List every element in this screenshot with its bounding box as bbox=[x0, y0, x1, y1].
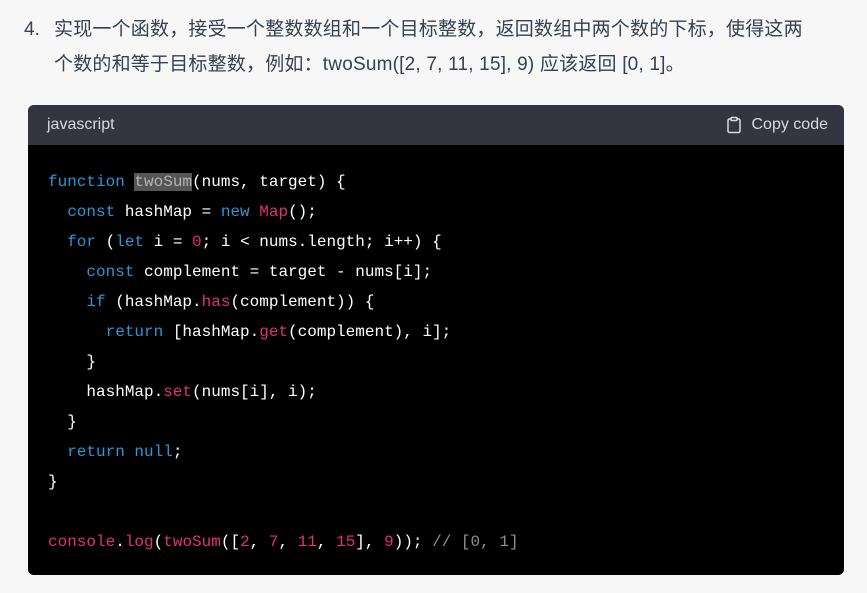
code-token: return bbox=[67, 443, 125, 461]
code-token: ; i < nums.length; i++) { bbox=[201, 233, 442, 251]
code-token: 15 bbox=[336, 533, 356, 551]
code-token: function bbox=[48, 173, 125, 191]
code-line: console.log(twoSum([2, 7, 11, 15], 9)); … bbox=[48, 527, 824, 557]
code-line: hashMap.set(nums[i], i); bbox=[48, 377, 824, 407]
code-token: ([ bbox=[220, 533, 241, 551]
question-number: 4. bbox=[24, 19, 40, 40]
code-token: log bbox=[124, 533, 154, 551]
code-token: get bbox=[259, 323, 289, 341]
code-line: return [hashMap.get(complement), i]; bbox=[48, 317, 824, 347]
code-token: ( bbox=[96, 233, 116, 251]
code-token: new bbox=[220, 203, 250, 221]
code-token: 11 bbox=[297, 533, 317, 551]
code-token: if bbox=[86, 293, 106, 311]
code-token: [hashMap. bbox=[163, 323, 260, 341]
code-token: 2 bbox=[240, 533, 250, 551]
code-language-label: javascript bbox=[47, 116, 115, 133]
code-line: } bbox=[48, 407, 824, 437]
code-line: function twoSum(nums, target) { bbox=[48, 167, 824, 197]
code-line: if (hashMap.has(complement)) { bbox=[48, 287, 824, 317]
question-block: 4. 实现一个函数，接受一个整数数组和一个目标整数，返回数组中两个数的下标，使得… bbox=[24, 12, 844, 82]
code-token: , bbox=[249, 533, 269, 551]
clipboard-icon bbox=[725, 116, 743, 134]
code-token: null bbox=[134, 443, 173, 461]
code-token: . bbox=[115, 533, 125, 551]
code-line: const complement = target - nums[i]; bbox=[48, 257, 824, 287]
code-token: let bbox=[115, 233, 145, 251]
question-line-2: 个数的和等于目标整数，例如：twoSum([2, 7, 11, 15], 9) … bbox=[54, 54, 685, 75]
question-row: 4. 实现一个函数，接受一个整数数组和一个目标整数，返回数组中两个数的下标，使得… bbox=[24, 12, 844, 82]
code-token: } bbox=[48, 473, 58, 491]
code-token: )); bbox=[393, 533, 433, 551]
code-token: (complement), i]; bbox=[288, 323, 452, 341]
code-token: (); bbox=[288, 203, 317, 221]
code-token: twoSum bbox=[134, 173, 193, 191]
code-line: } bbox=[48, 467, 824, 497]
code-content[interactable]: function twoSum(nums, target) { const ha… bbox=[28, 145, 844, 557]
code-token: i = bbox=[144, 233, 193, 251]
code-line: return null; bbox=[48, 437, 824, 467]
copy-code-button[interactable]: Copy code bbox=[725, 116, 829, 134]
code-token: console bbox=[48, 533, 116, 551]
code-token: hashMap = bbox=[115, 203, 221, 221]
code-token: ], bbox=[355, 533, 385, 551]
code-token: Map bbox=[259, 203, 289, 221]
code-token: , bbox=[278, 533, 298, 551]
code-token: complement = target - nums[i]; bbox=[134, 263, 433, 281]
question-text: 实现一个函数，接受一个整数数组和一个目标整数，返回数组中两个数的下标，使得这两 … bbox=[54, 12, 844, 82]
code-block: javascript Copy code function twoSum(num… bbox=[28, 105, 844, 575]
code-token: return bbox=[105, 323, 164, 341]
code-token: } bbox=[48, 353, 97, 371]
copy-code-label: Copy code bbox=[751, 116, 829, 133]
code-token: has bbox=[201, 293, 231, 311]
code-token: (nums[i], i); bbox=[192, 383, 317, 401]
code-token: (hashMap. bbox=[105, 293, 202, 311]
code-token: set bbox=[163, 383, 193, 401]
code-token: (nums, target) { bbox=[192, 173, 346, 191]
code-token: ; bbox=[172, 443, 183, 461]
code-line: const hashMap = new Map(); bbox=[48, 197, 824, 227]
code-token: for bbox=[67, 233, 97, 251]
code-token: 0 bbox=[192, 233, 202, 251]
code-token: 9 bbox=[384, 533, 394, 551]
code-header: javascript Copy code bbox=[28, 105, 844, 145]
code-line: for (let i = 0; i < nums.length; i++) { bbox=[48, 227, 824, 257]
code-token: // [0, 1] bbox=[432, 533, 519, 551]
code-token: ( bbox=[153, 533, 164, 551]
code-token: } bbox=[48, 413, 77, 431]
question-line-1: 实现一个函数，接受一个整数数组和一个目标整数，返回数组中两个数的下标，使得这两 bbox=[54, 19, 803, 40]
code-token: (complement)) { bbox=[230, 293, 375, 311]
code-line: } bbox=[48, 347, 824, 377]
code-token: hashMap. bbox=[48, 383, 164, 401]
code-token: const bbox=[86, 263, 135, 281]
code-token: , bbox=[316, 533, 337, 551]
code-token: const bbox=[67, 203, 116, 221]
code-token: twoSum bbox=[163, 533, 221, 551]
